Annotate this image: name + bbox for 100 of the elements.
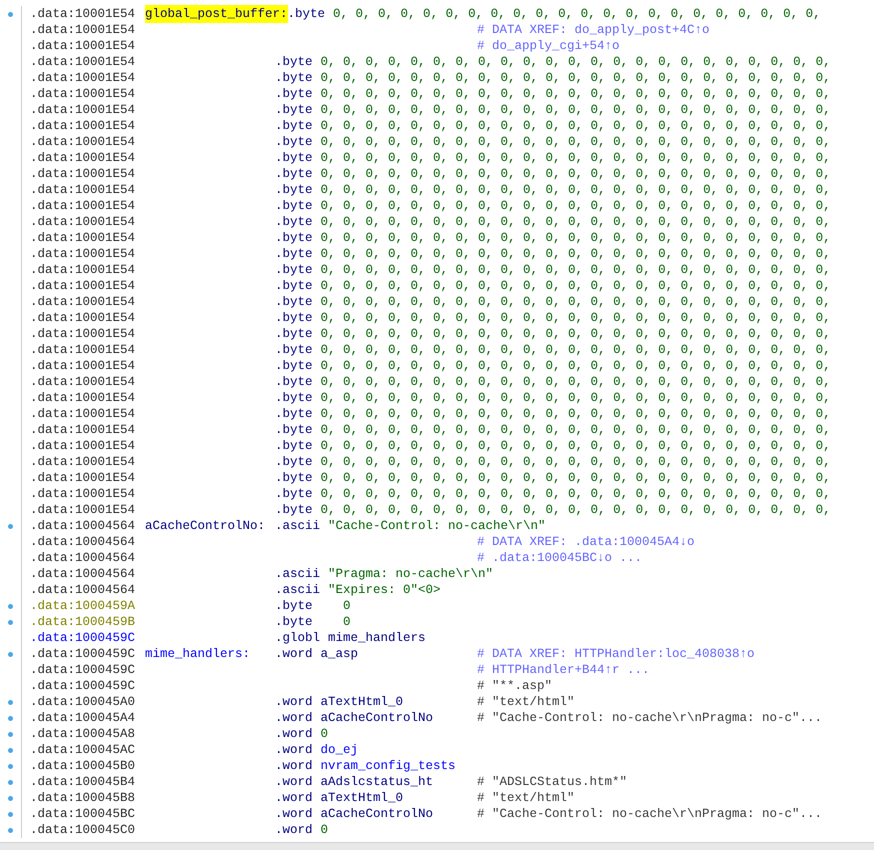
address: .data:10001E54 — [30, 102, 136, 119]
mnemonic: .byte — [275, 374, 313, 391]
operand: 0, 0, 0, 0, 0, 0, 0, 0, 0, 0, 0, 0, 0, 0, 0, 0, 0, 0, 0, 0, 0, 0, 0, — [320, 134, 831, 151]
address: .data:10001E54 — [30, 230, 136, 247]
operand: mime_handlers — [328, 630, 426, 647]
address: .data:10001E54 — [30, 246, 136, 263]
mnemonic: .word — [275, 710, 313, 727]
operand: 0, 0, 0, 0, 0, 0, 0, 0, 0, 0, 0, 0, 0, 0, 0, 0, 0, 0, 0, 0, 0, 0, 0, — [320, 326, 831, 343]
mnemonic: .word — [275, 790, 313, 807]
comment: # DATA XREF: .data:100045A4↓o — [477, 534, 695, 551]
mnemonic: .ascii — [275, 582, 320, 599]
mnemonic: .byte — [275, 358, 313, 375]
operand: "Cache-Control: no-cache\r\n" — [328, 518, 546, 535]
address: .data:10001E54 — [30, 6, 136, 23]
comment: # DATA XREF: do_apply_post+4C↑o — [477, 22, 710, 39]
mnemonic: .byte — [275, 502, 313, 519]
address: .data:10001E54 — [30, 470, 136, 487]
mnemonic: .word — [275, 694, 313, 711]
address: .data:1000459C — [30, 630, 136, 647]
operand: 0, 0, 0, 0, 0, 0, 0, 0, 0, 0, 0, 0, 0, 0, 0, 0, 0, 0, 0, 0, 0, 0, 0, — [320, 262, 831, 279]
mnemonic: .byte — [288, 6, 326, 23]
operand: "Pragma: no-cache\r\n" — [328, 566, 494, 583]
mnemonic: .byte — [275, 406, 313, 423]
mnemonic: .word — [275, 774, 313, 791]
operand: aTextHtml_0 — [320, 694, 404, 711]
operand: 0, 0, 0, 0, 0, 0, 0, 0, 0, 0, 0, 0, 0, 0, 0, 0, 0, 0, 0, 0, 0, 0, 0, — [320, 70, 831, 87]
operand: 0 — [320, 822, 328, 839]
comment: # "**.asp" — [477, 678, 552, 695]
address: .data:1000459C — [30, 662, 136, 679]
address: .data:1000459A — [30, 598, 136, 615]
address: .data:100045B8 — [30, 790, 136, 807]
operand: 0, 0, 0, 0, 0, 0, 0, 0, 0, 0, 0, 0, 0, 0, 0, 0, 0, 0, 0, 0, 0, 0, 0, — [320, 86, 831, 103]
comment: # "Cache-Control: no-cache\r\nPragma: no-c"... — [477, 710, 822, 727]
operand: nvram_config_tests — [320, 758, 456, 775]
address: .data:10001E54 — [30, 150, 136, 167]
address: .data:100045A8 — [30, 726, 136, 743]
operand: 0, 0, 0, 0, 0, 0, 0, 0, 0, 0, 0, 0, 0, 0, 0, 0, 0, 0, 0, 0, 0, 0, 0, — [320, 198, 831, 215]
mnemonic: .byte — [275, 182, 313, 199]
address: .data:10001E54 — [30, 374, 136, 391]
address: .data:100045AC — [30, 742, 136, 759]
operand: 0, 0, 0, 0, 0, 0, 0, 0, 0, 0, 0, 0, 0, 0, 0, 0, 0, 0, 0, 0, 0, 0, 0, — [320, 102, 831, 119]
operand: 0, 0, 0, 0, 0, 0, 0, 0, 0, 0, 0, 0, 0, 0, 0, 0, 0, 0, 0, 0, 0, 0, 0, — [320, 118, 831, 135]
operand: 0, 0, 0, 0, 0, 0, 0, 0, 0, 0, 0, 0, 0, 0, 0, 0, 0, 0, 0, 0, 0, 0, 0, — [320, 278, 831, 295]
comment: # do_apply_cgi+54↑o — [477, 38, 620, 55]
mnemonic: .word — [275, 726, 313, 743]
operand: 0, 0, 0, 0, 0, 0, 0, 0, 0, 0, 0, 0, 0, 0, 0, 0, 0, 0, 0, 0, 0, 0, 0, — [320, 214, 831, 231]
address: .data:10001E54 — [30, 502, 136, 519]
mnemonic: .byte — [275, 246, 313, 263]
address: .data:10001E54 — [30, 22, 136, 39]
address: .data:10001E54 — [30, 262, 136, 279]
mnemonic: .byte — [275, 278, 313, 295]
mnemonic: .byte — [275, 70, 313, 87]
comment: # "text/html" — [477, 694, 575, 711]
address: .data:100045A0 — [30, 694, 136, 711]
address: .data:100045A4 — [30, 710, 136, 727]
address: .data:10001E54 — [30, 118, 136, 135]
address: .data:10001E54 — [30, 86, 136, 103]
address: .data:10004564 — [30, 582, 136, 599]
address: .data:10001E54 — [30, 438, 136, 455]
operand: 0, 0, 0, 0, 0, 0, 0, 0, 0, 0, 0, 0, 0, 0, 0, 0, 0, 0, 0, 0, 0, 0, 0, — [320, 230, 831, 247]
address: .data:1000459C — [30, 678, 136, 695]
mnemonic: .byte — [275, 486, 313, 503]
operand: aCacheControlNo — [320, 806, 434, 823]
operand: 0, 0, 0, 0, 0, 0, 0, 0, 0, 0, 0, 0, 0, 0, 0, 0, 0, 0, 0, 0, 0, 0, 0, — [320, 374, 831, 391]
operand: aTextHtml_0 — [320, 790, 404, 807]
operand: 0 — [342, 598, 351, 615]
address: .data:10001E54 — [30, 390, 136, 407]
mnemonic: .byte — [275, 134, 313, 151]
operand: 0, 0, 0, 0, 0, 0, 0, 0, 0, 0, 0, 0, 0, 0, 0, 0, 0, 0, 0, 0, 0, 0, 0, — [320, 438, 831, 455]
address: .data:10001E54 — [30, 38, 136, 55]
mnemonic: .byte — [275, 438, 313, 455]
mnemonic: .word — [275, 646, 313, 663]
mnemonic: .byte — [275, 262, 313, 279]
operand: 0, 0, 0, 0, 0, 0, 0, 0, 0, 0, 0, 0, 0, 0, 0, 0, 0, 0, 0, 0, 0, 0, 0, — [320, 150, 831, 167]
operand: 0, 0, 0, 0, 0, 0, 0, 0, 0, 0, 0, 0, 0, 0, 0, 0, 0, 0, 0, 0, 0, 0, 0, — [320, 310, 831, 327]
mnemonic: .byte — [275, 326, 313, 343]
address: .data:10004564 — [30, 566, 136, 583]
address: .data:10001E54 — [30, 454, 136, 471]
address: .data:10001E54 — [30, 70, 136, 87]
label-name: aCacheControlNo: — [145, 518, 266, 535]
mnemonic: .ascii — [275, 518, 320, 535]
operand: aCacheControlNo — [320, 710, 434, 727]
mnemonic: .byte — [275, 118, 313, 135]
mnemonic: .byte — [275, 54, 313, 71]
comment: # "ADSLCStatus.htm*" — [477, 774, 628, 791]
comment: # "Cache-Control: no-cache\r\nPragma: no-c"... — [477, 806, 822, 823]
operand: 0, 0, 0, 0, 0, 0, 0, 0, 0, 0, 0, 0, 0, 0, 0, 0, 0, 0, 0, 0, 0, 0, 0, — [320, 358, 831, 375]
operand: 0, 0, 0, 0, 0, 0, 0, 0, 0, 0, 0, 0, 0, 0, 0, 0, 0, 0, 0, 0, 0, 0, 0, — [320, 166, 831, 183]
mnemonic: .byte — [275, 198, 313, 215]
operand: 0, 0, 0, 0, 0, 0, 0, 0, 0, 0, 0, 0, 0, 0, 0, 0, 0, 0, 0, 0, 0, 0, 0, — [320, 454, 831, 471]
address: .data:10001E54 — [30, 406, 136, 423]
address: .data:10001E54 — [30, 54, 136, 71]
mnemonic: .word — [275, 758, 313, 775]
horizontal-scrollbar[interactable] — [0, 842, 874, 850]
mnemonic: .globl — [275, 630, 320, 647]
comment: # .data:100045BC↓o ... — [477, 550, 642, 567]
operand: aAdslcstatus_ht — [320, 774, 434, 791]
mnemonic: .byte — [275, 470, 313, 487]
mnemonic: .byte — [275, 214, 313, 231]
comment: # DATA XREF: HTTPHandler:loc_408038↑o — [477, 646, 755, 663]
